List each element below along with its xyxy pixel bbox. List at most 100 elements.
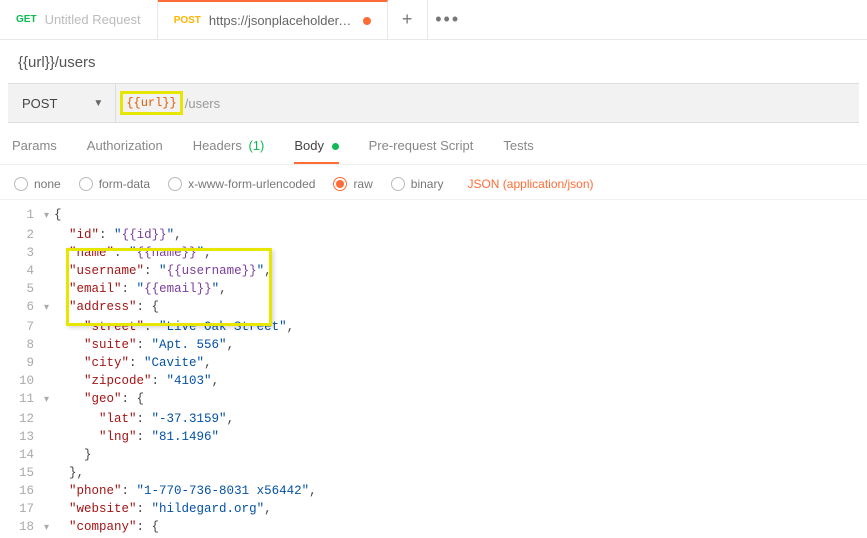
method-badge: GET (16, 14, 37, 25)
editor-line[interactable]: 5 "email": "{{email}}", (0, 280, 867, 298)
fold-icon[interactable]: ▾ (44, 208, 54, 226)
fold-icon (44, 246, 54, 262)
radio-icon (168, 177, 182, 191)
code-content: "company": { (54, 518, 159, 538)
body-indicator-icon (332, 143, 339, 150)
editor-line[interactable]: 10 "zipcode": "4103", (0, 372, 867, 390)
radio-icon (14, 177, 28, 191)
fold-icon (44, 502, 54, 518)
url-input[interactable]: {{url}} /users (116, 91, 859, 115)
body-type-formdata[interactable]: form-data (79, 177, 150, 191)
line-number: 11 (0, 390, 44, 410)
code-content: { (54, 206, 62, 226)
headers-count: (1) (248, 138, 264, 153)
dirty-dot-icon (363, 17, 371, 25)
code-content: } (54, 446, 92, 464)
request-name[interactable]: {{url}}/users (0, 40, 867, 83)
fold-icon (44, 228, 54, 244)
content-type-select[interactable]: JSON (application/json) (467, 177, 593, 191)
editor-line[interactable]: 15 }, (0, 464, 867, 482)
fold-icon (44, 448, 54, 464)
line-number: 8 (0, 336, 44, 354)
fold-icon (44, 282, 54, 298)
fold-icon (44, 412, 54, 428)
code-content: "website": "hildegard.org", (54, 500, 272, 518)
tab-headers[interactable]: Headers (1) (193, 138, 265, 163)
tab-get-untitled[interactable]: GET Untitled Request (0, 0, 158, 39)
line-number: 18 (0, 518, 44, 538)
line-number: 10 (0, 372, 44, 390)
tab-post-jsonplaceholder[interactable]: POST https://jsonplaceholder.typicod (158, 0, 388, 39)
fold-icon[interactable]: ▾ (44, 520, 54, 538)
radio-icon (333, 177, 347, 191)
url-variable: {{url}} (126, 96, 176, 110)
editor-line[interactable]: 1▾{ (0, 206, 867, 226)
code-content: "id": "{{id}}", (54, 226, 182, 244)
fold-icon (44, 356, 54, 372)
tab-body[interactable]: Body (294, 138, 338, 163)
line-number: 13 (0, 428, 44, 446)
line-number: 15 (0, 464, 44, 482)
method-badge: POST (174, 15, 201, 26)
tab-label: Untitled Request (45, 12, 141, 27)
code-content: }, (54, 464, 84, 482)
editor-line[interactable]: 7 "street": "Live Oak Street", (0, 318, 867, 336)
url-bar: POST ▼ {{url}} /users (8, 83, 859, 123)
body-type-raw[interactable]: raw (333, 177, 372, 191)
line-number: 4 (0, 262, 44, 280)
tab-tests[interactable]: Tests (503, 138, 533, 163)
line-number: 7 (0, 318, 44, 336)
fold-icon[interactable]: ▾ (44, 392, 54, 410)
editor-line[interactable]: 18▾ "company": { (0, 518, 867, 538)
editor-line[interactable]: 8 "suite": "Apt. 556", (0, 336, 867, 354)
code-content: "address": { (54, 298, 159, 318)
url-path: /users (185, 96, 220, 111)
line-number: 9 (0, 354, 44, 372)
code-content: "phone": "1-770-736-8031 x56442", (54, 482, 317, 500)
code-content: "suite": "Apt. 556", (54, 336, 234, 354)
fold-icon (44, 264, 54, 280)
body-type-row: none form-data x-www-form-urlencoded raw… (0, 165, 867, 200)
tabs-row: GET Untitled Request POST https://jsonpl… (0, 0, 867, 40)
fold-icon (44, 466, 54, 482)
line-number: 5 (0, 280, 44, 298)
fold-icon[interactable]: ▾ (44, 300, 54, 318)
tab-authorization[interactable]: Authorization (87, 138, 163, 163)
editor-line[interactable]: 4 "username": "{{username}}", (0, 262, 867, 280)
radio-icon (79, 177, 93, 191)
http-method-select[interactable]: POST ▼ (8, 84, 116, 122)
line-number: 2 (0, 226, 44, 244)
more-icon: ••• (435, 9, 460, 30)
radio-icon (391, 177, 405, 191)
editor-line[interactable]: 2 "id": "{{id}}", (0, 226, 867, 244)
editor-line[interactable]: 14 } (0, 446, 867, 464)
body-type-urlencoded[interactable]: x-www-form-urlencoded (168, 177, 315, 191)
code-content: "lng": "81.1496" (54, 428, 219, 446)
code-content: "username": "{{username}}", (54, 262, 272, 280)
body-editor[interactable]: 1▾{2 "id": "{{id}}",3 "name": "{{name}}"… (0, 200, 867, 538)
editor-line[interactable]: 9 "city": "Cavite", (0, 354, 867, 372)
tab-params[interactable]: Params (12, 138, 57, 163)
editor-line[interactable]: 11▾ "geo": { (0, 390, 867, 410)
fold-icon (44, 374, 54, 390)
code-content: "name": "{{name}}", (54, 244, 212, 262)
editor-line[interactable]: 17 "website": "hildegard.org", (0, 500, 867, 518)
editor-line[interactable]: 13 "lng": "81.1496" (0, 428, 867, 446)
code-content: "street": "Live Oak Street", (54, 318, 294, 336)
fold-icon (44, 484, 54, 500)
code-content: "city": "Cavite", (54, 354, 212, 372)
editor-line[interactable]: 3 "name": "{{name}}", (0, 244, 867, 262)
tab-body-label: Body (294, 138, 324, 153)
tab-prerequest[interactable]: Pre-request Script (369, 138, 474, 163)
tab-options-button[interactable]: ••• (428, 0, 468, 39)
editor-line[interactable]: 6▾ "address": { (0, 298, 867, 318)
new-tab-button[interactable]: + (388, 0, 428, 39)
body-type-binary[interactable]: binary (391, 177, 444, 191)
editor-line[interactable]: 12 "lat": "-37.3159", (0, 410, 867, 428)
annotation-highlight: {{url}} (120, 91, 182, 115)
line-number: 1 (0, 206, 44, 226)
plus-icon: + (402, 9, 413, 30)
code-content: "email": "{{email}}", (54, 280, 227, 298)
body-type-none[interactable]: none (14, 177, 61, 191)
editor-line[interactable]: 16 "phone": "1-770-736-8031 x56442", (0, 482, 867, 500)
